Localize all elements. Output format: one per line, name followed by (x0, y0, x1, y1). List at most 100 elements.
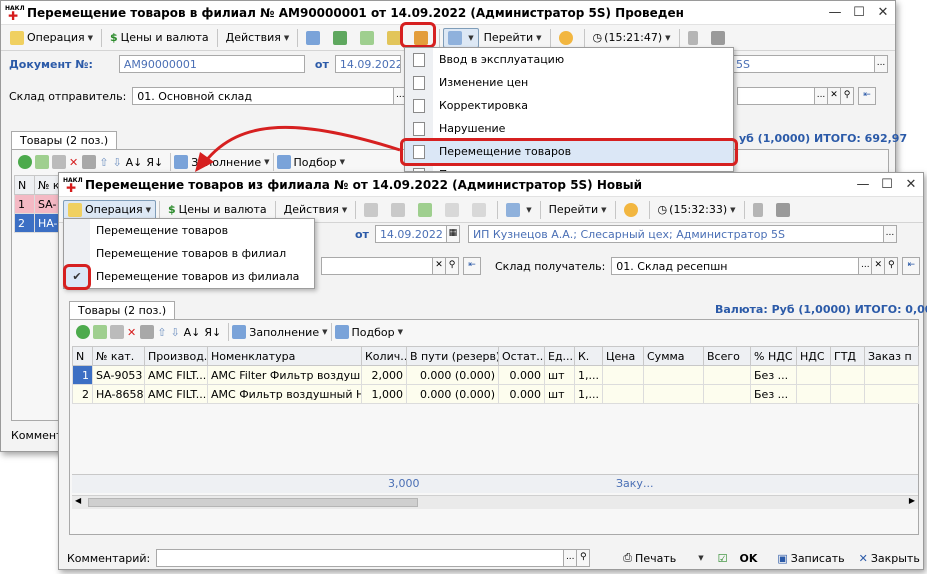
front-goods-table: N № кат. Производ... Номенклатура Колич.… (72, 346, 919, 404)
operation-menu-item[interactable]: Перемещение товаров (64, 219, 314, 242)
col-header[interactable]: К. (574, 346, 603, 366)
copy-icon[interactable] (413, 200, 440, 220)
close-button[interactable]: ✕ Закрыть (854, 548, 925, 568)
receiver-field[interactable]: 01. Склад ресепшн (611, 257, 860, 275)
printer-icon: ⎙ (623, 551, 633, 564)
col-header[interactable]: № кат. (92, 346, 145, 366)
create-based-on-icon (506, 202, 521, 217)
operation-button[interactable]: Операция ▼ (63, 199, 156, 220)
date-field[interactable]: 14.09.2022 (374, 225, 447, 243)
table-footer: 3,000 Заку... (72, 474, 918, 493)
col-header[interactable]: Остат... (498, 346, 545, 366)
ellipsis-button[interactable]: ... (858, 257, 873, 275)
goto-button[interactable]: Перейти ▼ (544, 200, 612, 220)
minimize-icon[interactable]: — (851, 177, 875, 192)
operation-icon (68, 202, 82, 217)
highlight-checkmark (63, 264, 91, 290)
ok-button[interactable]: ☑ OK (713, 548, 763, 568)
list-icon[interactable] (771, 200, 798, 220)
goto-label: Перейти (548, 203, 599, 216)
ok-label: OK (739, 551, 758, 565)
col-header[interactable]: Цена (602, 346, 644, 366)
col-header[interactable]: Всего (703, 346, 751, 366)
add-icon[interactable] (76, 325, 90, 339)
calendar-icon[interactable]: ▦ (445, 225, 460, 243)
chevron-down-icon: ▼ (601, 205, 607, 214)
footer-qty: 3,000 (388, 477, 420, 490)
org-field[interactable]: ИП Кузнецов А.А.; Слесарный цех; Админис… (467, 225, 884, 243)
search-icon[interactable]: ⚲ (445, 257, 459, 275)
search-icon[interactable]: ⚲ (884, 257, 899, 275)
import-icon[interactable] (440, 200, 467, 220)
ellipsis-button[interactable]: ... (882, 225, 897, 243)
table-row[interactable]: 1 SA-9053 AMC FILT... AMC Filter Фильтр … (72, 365, 919, 385)
search-icon[interactable]: ⚲ (576, 549, 591, 567)
actions-button[interactable]: Действия ▼ (279, 200, 353, 220)
table-header: N № кат. Производ... Номенклатура Колич.… (72, 346, 919, 366)
save-label: Записать (790, 551, 845, 565)
col-header[interactable]: Колич... (361, 346, 407, 366)
save-button[interactable]: ▣ Записать (772, 548, 849, 568)
sort-desc-icon[interactable]: Я↓ (204, 326, 221, 339)
col-header[interactable]: N (72, 346, 93, 366)
pick-arrow-icon[interactable]: ⇤ (463, 257, 481, 275)
pick-arrow-icon[interactable]: ⇤ (902, 257, 921, 275)
front-titlebar: НАКЛ ✚ Перемещение товаров из филиала № о… (59, 173, 923, 197)
disk-icon[interactable] (140, 325, 155, 339)
col-header[interactable]: Производ... (144, 346, 208, 366)
fill-button[interactable]: Заполнение (249, 326, 319, 339)
clear-icon[interactable]: ✕ (871, 257, 886, 275)
col-header[interactable]: Заказ п (864, 346, 919, 366)
table-row[interactable]: 2 HA-8658 AMC FILT... AMC Фильтр воздушн… (72, 384, 919, 404)
comment-field[interactable] (156, 549, 565, 567)
app-logo-icon: НАКЛ ✚ (63, 176, 83, 195)
clear-icon[interactable]: ✕ (432, 257, 446, 275)
sender-field-partial[interactable] (321, 257, 433, 275)
col-header[interactable]: ГТД (830, 346, 865, 366)
help-icon[interactable] (619, 200, 646, 220)
export-icon[interactable] (467, 200, 494, 220)
check-icon: ☑ (717, 551, 728, 565)
maximize-icon[interactable]: ☐ (875, 177, 899, 192)
prices-label: Цены и валюта (178, 203, 267, 216)
scroll-right-icon[interactable]: ▶ (909, 496, 915, 505)
front-goods-tab[interactable]: Товары (2 поз.) (69, 301, 176, 319)
actions-label: Действия (283, 203, 339, 216)
col-header[interactable]: Номенклатура (207, 346, 362, 366)
scroll-left-icon[interactable]: ◀ (75, 496, 81, 505)
edit-icon[interactable] (110, 325, 124, 339)
operation-menu-item[interactable]: Перемещение товаров в филиал (64, 242, 314, 265)
col-header[interactable]: Ед... (544, 346, 575, 366)
chevron-down-icon: ▼ (341, 205, 348, 214)
col-header[interactable]: В пути (резерв) (406, 346, 499, 366)
arrow-down-icon[interactable]: ⇩ (170, 326, 179, 339)
close-x-icon: ✕ (858, 551, 868, 565)
horizontal-scrollbar[interactable]: ◀ ▶ (72, 495, 918, 509)
arrow-up-icon[interactable]: ⇧ (157, 326, 166, 339)
prices-button[interactable]: $ Цены и валюта (163, 200, 272, 220)
pick-button[interactable]: Подбор (352, 326, 395, 339)
dollar-icon: $ (168, 203, 176, 216)
front-window-title: Перемещение товаров из филиала № от 14.0… (85, 177, 642, 192)
scroll-thumb[interactable] (88, 498, 418, 507)
col-header[interactable]: Сумма (643, 346, 704, 366)
create-based-on-button[interactable]: ▼ (501, 200, 536, 220)
col-header[interactable]: % НДС (750, 346, 797, 366)
structure-icon[interactable] (748, 200, 771, 220)
delete-icon[interactable]: ✕ (127, 326, 136, 339)
receiver-label: Склад получатель: (495, 259, 606, 273)
sort-asc-icon[interactable]: A↓ (184, 326, 201, 339)
copy-row-icon[interactable] (93, 325, 107, 339)
operation-menu-item-checked[interactable]: ✔ Перемещение товаров из филиала (64, 265, 314, 288)
date-label: от (355, 227, 369, 241)
close-icon[interactable]: ✕ (899, 177, 923, 192)
footer-price: Заку... (616, 477, 654, 490)
time-button[interactable]: ◷ (15:32:33) ▼ (653, 200, 741, 220)
print-button[interactable]: ⎙ Печать ▼ (618, 548, 708, 568)
refresh-icon[interactable] (386, 200, 413, 220)
post-icon[interactable] (359, 200, 386, 220)
operation-menu: Перемещение товаров Перемещение товаров … (63, 218, 315, 289)
chevron-down-icon: ▼ (145, 205, 151, 214)
ellipsis-button[interactable]: ... (563, 549, 578, 567)
col-header[interactable]: НДС (796, 346, 831, 366)
